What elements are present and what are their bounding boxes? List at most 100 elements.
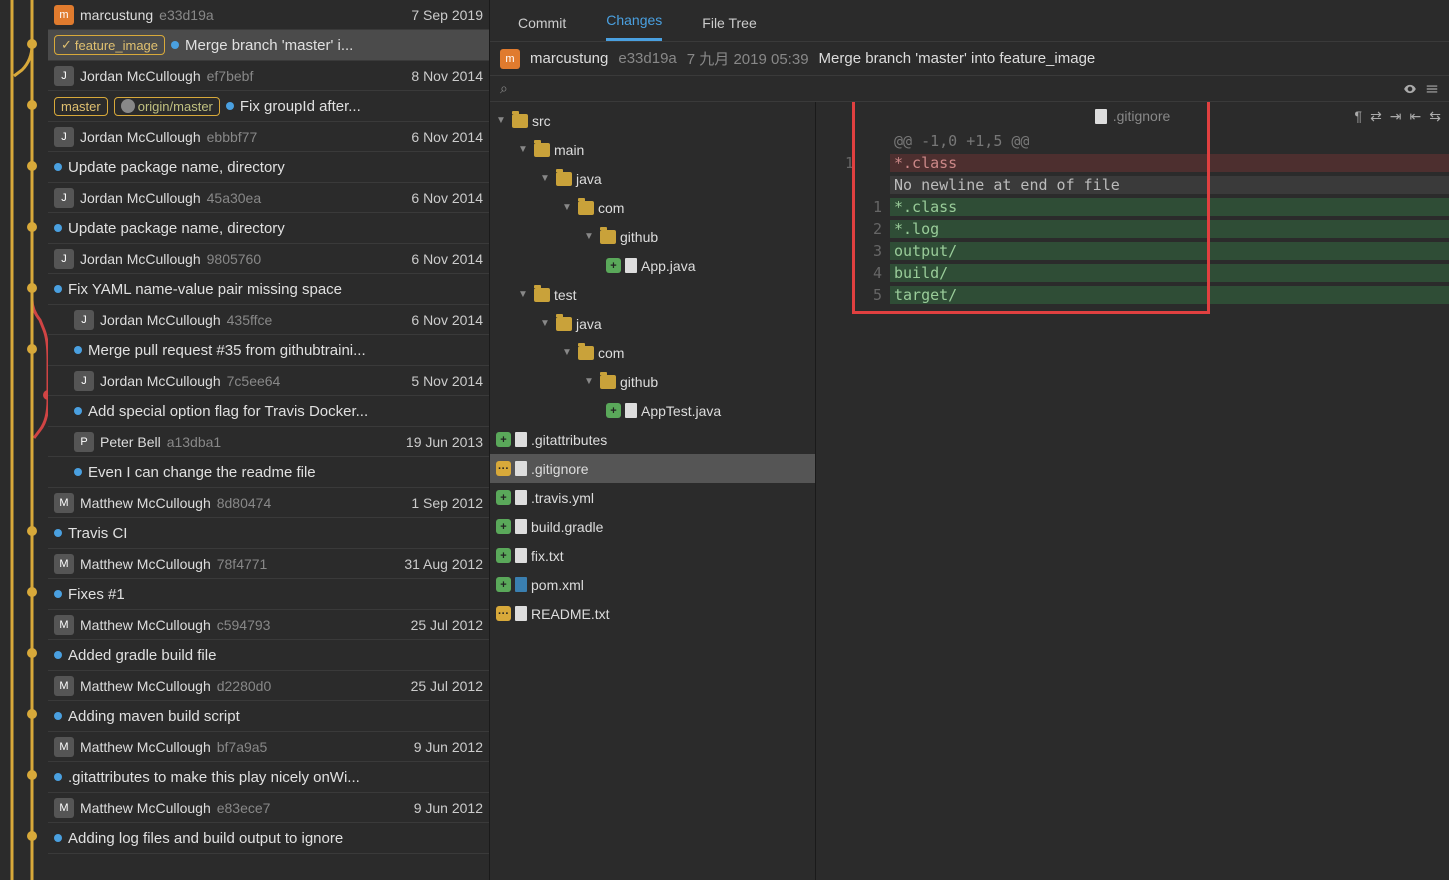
commit-message-row[interactable]: .gitattributes to make this play nicely …	[48, 762, 489, 793]
commit-hash: 78f4771	[217, 556, 268, 572]
tree-file[interactable]: ··· README.txt	[490, 599, 815, 628]
tree-folder[interactable]: ▼ java	[490, 164, 815, 193]
tree-file[interactable]: + .gitattributes	[490, 425, 815, 454]
file-icon	[515, 577, 527, 592]
file-icon	[515, 432, 527, 447]
commit-row[interactable]: M Matthew McCullough 8d80474 1 Sep 2012	[48, 488, 489, 518]
commit-message-row[interactable]: Fix YAML name-value pair missing space	[48, 274, 489, 305]
commit-message-row[interactable]: Fixes #1	[48, 579, 489, 610]
toolbar-whitespace-icon[interactable]: ¶	[1355, 108, 1363, 125]
commit-message-row[interactable]: ✓feature_image Merge branch 'master' i..…	[48, 30, 489, 61]
commit-message-row[interactable]: Update package name, directory	[48, 213, 489, 244]
file-icon	[515, 606, 527, 621]
unread-dot-icon	[54, 285, 62, 293]
unread-dot-icon	[226, 102, 234, 110]
tree-folder[interactable]: ▼ github	[490, 367, 815, 396]
gutter-new: 4	[864, 264, 890, 282]
commit-row[interactable]: J Jordan McCullough ebbbf77 6 Nov 2014	[48, 122, 489, 152]
toolbar-indent-icon[interactable]: ⇥	[1390, 108, 1402, 125]
tree-folder[interactable]: ▼ src	[490, 106, 815, 135]
commit-message-row[interactable]: Travis CI	[48, 518, 489, 549]
commit-message: Fix groupId after...	[240, 98, 361, 115]
commit-header: m marcustung e33d19a 7 九月 2019 05:39 Mer…	[490, 42, 1449, 76]
commit-message-row[interactable]: Add special option flag for Travis Docke…	[48, 396, 489, 427]
toolbar-swap-icon[interactable]: ⇆	[1429, 108, 1441, 125]
commit-row[interactable]: M Matthew McCullough e83ece7 9 Jun 2012	[48, 793, 489, 823]
commit-message-row[interactable]: master origin/master Fix groupId after...	[48, 91, 489, 122]
commit-author: Jordan McCullough	[80, 68, 201, 84]
tree-file[interactable]: + build.gradle	[490, 512, 815, 541]
commit-row[interactable]: M Matthew McCullough bf7a9a5 9 Jun 2012	[48, 732, 489, 762]
tree-folder[interactable]: ▼ test	[490, 280, 815, 309]
commit-date: 6 Nov 2014	[411, 312, 483, 328]
commit-hash: e83ece7	[217, 800, 271, 816]
avatar: m	[54, 5, 74, 25]
tree-file[interactable]: + .travis.yml	[490, 483, 815, 512]
diff-line: 1 *.class	[816, 152, 1449, 174]
toolbar-outdent-icon[interactable]: ⇤	[1410, 108, 1422, 125]
commit-author: Matthew McCullough	[80, 617, 211, 633]
tree-file[interactable]: ··· .gitignore	[490, 454, 815, 483]
avatar: M	[54, 493, 74, 513]
branch-tag[interactable]: ✓feature_image	[54, 35, 165, 55]
avatar: M	[54, 737, 74, 757]
commit-hash: a13dba1	[167, 434, 222, 450]
commit-message: Update package name, directory	[68, 159, 285, 176]
tree-file[interactable]: + App.java	[490, 251, 815, 280]
commit-message-row[interactable]: Adding maven build script	[48, 701, 489, 732]
commit-row[interactable]: M Matthew McCullough d2280d0 25 Jul 2012	[48, 671, 489, 701]
tree-folder[interactable]: ▼ com	[490, 193, 815, 222]
diff-line: 3 output/	[816, 240, 1449, 262]
toolbar-wrap-icon[interactable]: ⇄	[1370, 108, 1382, 125]
commit-message-row[interactable]: Added gradle build file	[48, 640, 489, 671]
commit-message-row[interactable]: Merge pull request #35 from githubtraini…	[48, 335, 489, 366]
unread-dot-icon	[54, 773, 62, 781]
remote-branch-tag[interactable]: origin/master	[114, 97, 220, 116]
caret-down-icon: ▼	[518, 289, 530, 300]
tree-label: com	[598, 200, 624, 216]
tree-file[interactable]: + pom.xml	[490, 570, 815, 599]
commit-row[interactable]: J Jordan McCullough 435ffce 6 Nov 2014	[48, 305, 489, 335]
branch-tag[interactable]: master	[54, 97, 108, 116]
commit-message: Adding maven build script	[68, 708, 240, 725]
file-icon	[515, 490, 527, 505]
tree-label: java	[576, 316, 602, 332]
commit-message-row[interactable]: Adding log files and build output to ign…	[48, 823, 489, 854]
file-icon	[625, 258, 637, 273]
tree-label: .travis.yml	[531, 490, 594, 506]
diff-line: 1 *.class	[816, 196, 1449, 218]
commit-row[interactable]: J Jordan McCullough 7c5ee64 5 Nov 2014	[48, 366, 489, 396]
commit-list[interactable]: m marcustung e33d19a 7 Sep 2019✓feature_…	[48, 0, 489, 880]
tab-changes[interactable]: Changes	[606, 2, 662, 41]
tree-label: README.txt	[531, 606, 610, 622]
tree-file[interactable]: + fix.txt	[490, 541, 815, 570]
tree-folder[interactable]: ▼ java	[490, 309, 815, 338]
commit-author: Matthew McCullough	[80, 800, 211, 816]
commit-message-row[interactable]: Update package name, directory	[48, 152, 489, 183]
commit-hash: e33d19a	[159, 7, 214, 23]
file-filter-input[interactable]	[516, 81, 1395, 97]
commit-graph	[0, 0, 48, 880]
commit-row[interactable]: J Jordan McCullough 9805760 6 Nov 2014	[48, 244, 489, 274]
file-tree[interactable]: ▼ src▼ main▼ java▼ com▼ github+ App.java…	[490, 102, 816, 880]
tree-folder[interactable]: ▼ main	[490, 135, 815, 164]
tab-commit[interactable]: Commit	[518, 5, 566, 41]
list-icon[interactable]	[1425, 82, 1439, 96]
commit-date: 9 Jun 2012	[414, 739, 483, 755]
commit-row[interactable]: m marcustung e33d19a 7 Sep 2019	[48, 0, 489, 30]
eye-icon[interactable]	[1403, 82, 1417, 96]
tab-file-tree[interactable]: File Tree	[702, 5, 756, 41]
caret-down-icon: ▼	[518, 144, 530, 155]
gutter-old: 1	[816, 154, 864, 172]
commit-row[interactable]: J Jordan McCullough 45a30ea 6 Nov 2014	[48, 183, 489, 213]
diff-code: No newline at end of file	[890, 176, 1449, 194]
commit-row[interactable]: P Peter Bell a13dba1 19 Jun 2013	[48, 427, 489, 457]
diff-body[interactable]: @@ -1,0 +1,5 @@1 *.class No newline at e…	[816, 130, 1449, 306]
commit-row[interactable]: M Matthew McCullough 78f4771 31 Aug 2012	[48, 549, 489, 579]
tree-folder[interactable]: ▼ com	[490, 338, 815, 367]
commit-row[interactable]: J Jordan McCullough ef7bebf 8 Nov 2014	[48, 61, 489, 91]
tree-file[interactable]: + AppTest.java	[490, 396, 815, 425]
tree-folder[interactable]: ▼ github	[490, 222, 815, 251]
commit-message-row[interactable]: Even I can change the readme file	[48, 457, 489, 488]
commit-row[interactable]: M Matthew McCullough c594793 25 Jul 2012	[48, 610, 489, 640]
